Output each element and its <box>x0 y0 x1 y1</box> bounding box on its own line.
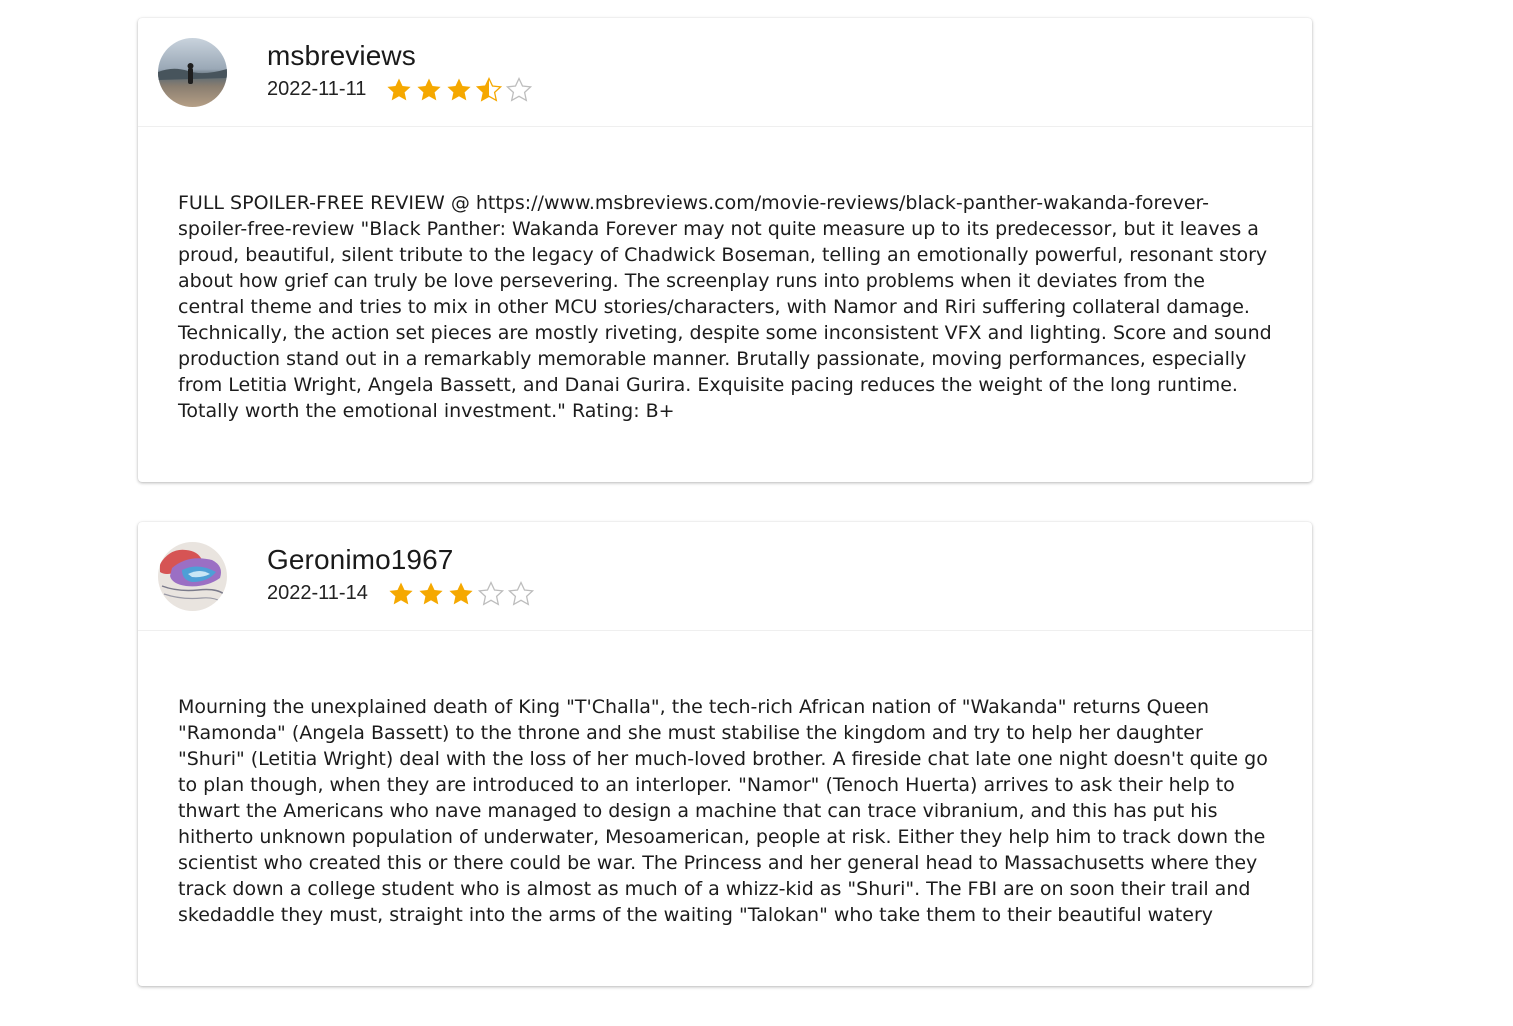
review-author[interactable]: msbreviews <box>267 40 416 72</box>
review-body: Mourning the unexplained death of King "… <box>178 696 1268 926</box>
avatar[interactable] <box>158 542 227 611</box>
star-filled-icon <box>449 582 473 605</box>
avatar-photo-icon <box>158 38 227 107</box>
review-body: FULL SPOILER-FREE REVIEW @ https://www.m… <box>178 192 1272 422</box>
avatar-painting-icon <box>158 542 227 611</box>
star-half-icon <box>476 76 503 102</box>
star-filled-icon <box>419 582 443 605</box>
star-rating <box>386 580 536 606</box>
avatar[interactable] <box>158 38 227 107</box>
review-date: 2022-11-14 <box>267 581 368 604</box>
review-meta: 2022-11-14 <box>267 580 536 606</box>
star-empty-icon <box>507 580 534 606</box>
star-filled-icon <box>389 582 413 605</box>
review-date: 2022-11-11 <box>267 77 367 100</box>
star-filled-icon <box>387 78 411 101</box>
review-header: Geronimo1967 2022-11-14 <box>138 522 1312 631</box>
review-list: msbreviews 2022-11-11 FULL SPOILER-FREE … <box>138 18 1312 1026</box>
review-header: msbreviews 2022-11-11 <box>138 18 1312 127</box>
star-empty-icon <box>506 76 533 102</box>
review-author[interactable]: Geronimo1967 <box>267 544 453 576</box>
review-card: Geronimo1967 2022-11-14 Mourning the une… <box>138 522 1312 986</box>
review-meta: 2022-11-11 <box>267 76 534 102</box>
star-rating <box>384 76 534 102</box>
star-filled-icon <box>417 78 441 101</box>
star-filled-icon <box>447 78 471 101</box>
review-card: msbreviews 2022-11-11 FULL SPOILER-FREE … <box>138 18 1312 482</box>
star-empty-icon <box>477 580 504 606</box>
